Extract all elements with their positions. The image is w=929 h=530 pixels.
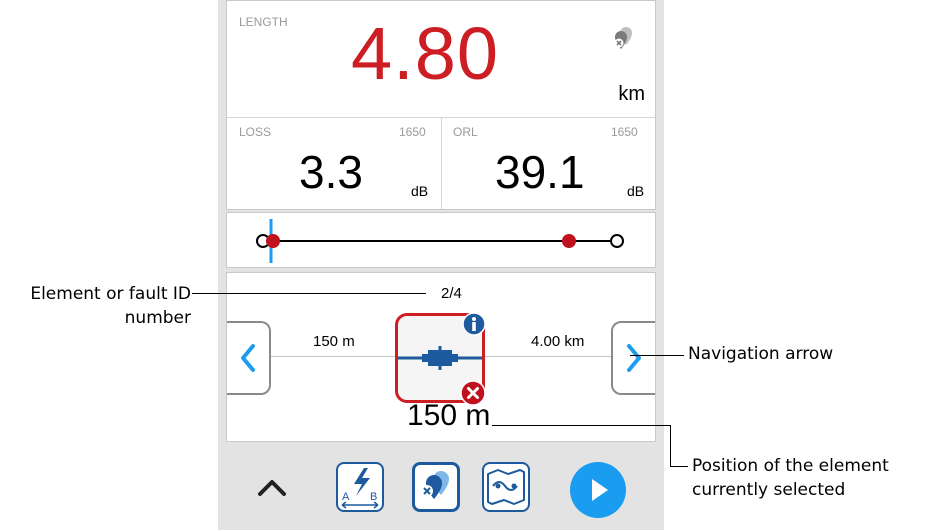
length-value: 4.80: [351, 12, 500, 95]
svg-text:A: A: [342, 491, 350, 503]
callout-navigation-arrow: Navigation arrow: [688, 344, 834, 364]
orl-unit: dB: [627, 183, 645, 199]
orl-wavelength: 1650: [611, 125, 638, 139]
callout-element-position: Position of the element currently select…: [692, 456, 889, 500]
loss-unit: dB: [411, 183, 429, 199]
chevron-up-icon[interactable]: [252, 468, 292, 508]
start-test-button[interactable]: [570, 462, 626, 518]
element-selector-button[interactable]: [412, 462, 460, 512]
link-trace-card[interactable]: [226, 212, 656, 268]
app-panel: LENGTH 4.80 km LOSS 1650 3.3 dB ORL 1650…: [218, 0, 664, 530]
callout-element-id: Element or fault ID number: [30, 284, 191, 328]
info-icon[interactable]: [462, 312, 486, 336]
link-trace[interactable]: [227, 213, 657, 269]
svg-text:B: B: [370, 491, 377, 503]
ab-span-button[interactable]: A B: [336, 462, 384, 512]
orl-label: ORL: [453, 125, 478, 139]
bottom-toolbar: A B: [218, 448, 664, 530]
map-icon: [487, 469, 525, 505]
left-distance: 150 m: [313, 333, 355, 350]
element-position: 150 m: [407, 399, 491, 432]
event-marker-2: [562, 234, 576, 248]
length-label: LENGTH: [239, 15, 288, 29]
right-distance: 4.00 km: [531, 333, 585, 350]
loss-label: LOSS: [239, 125, 272, 139]
end-marker: [610, 234, 624, 248]
selected-element[interactable]: [395, 312, 486, 406]
previous-element-button[interactable]: [227, 321, 271, 395]
length-unit: km: [618, 83, 645, 105]
summary-card: LENGTH 4.80 km LOSS 1650 3.3 dB ORL 1650…: [226, 0, 656, 210]
chevron-left-icon: [241, 344, 255, 372]
event-marker-1: [266, 234, 280, 248]
element-card: 2/4 150 m 4.00 km 150 m: [226, 272, 656, 442]
loss-value: 3.3: [299, 146, 363, 198]
element-selector-icon: [421, 471, 449, 499]
orl-value: 39.1: [495, 146, 585, 198]
loss-wavelength: 1650: [399, 125, 426, 139]
play-icon: [592, 479, 608, 501]
ab-span-icon: A B: [341, 468, 379, 509]
map-view-button[interactable]: [482, 462, 530, 512]
element-info-icon[interactable]: [611, 23, 639, 51]
next-element-button[interactable]: [611, 321, 655, 395]
element-id: 2/4: [441, 285, 462, 302]
chevron-right-icon: [627, 344, 641, 372]
